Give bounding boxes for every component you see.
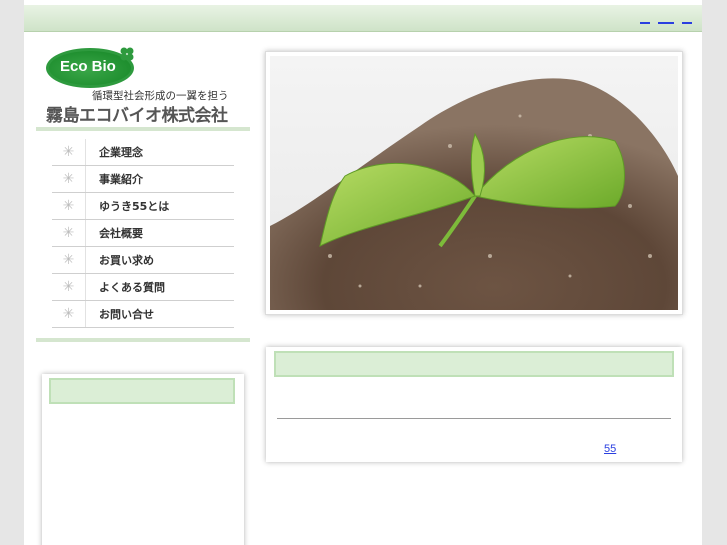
news-panel-divider	[277, 418, 671, 419]
top-link-3[interactable]	[682, 14, 692, 24]
logo-text: Eco Bio	[60, 58, 116, 75]
nav-item-label: 企業理念	[99, 146, 143, 159]
top-links	[640, 14, 692, 24]
page: Eco Bio 循環型社会形成の一翼を担う 霧島エコバイオ株式会社 ✳ 企業理念…	[24, 0, 702, 545]
nav-item-contact[interactable]: ✳ お問い合せ	[52, 301, 234, 328]
news-link[interactable]: 55	[604, 443, 616, 455]
side-panel-header	[49, 378, 235, 404]
clover-icon	[120, 47, 134, 61]
sparkle-icon: ✳	[52, 139, 86, 165]
sparkle-icon: ✳	[52, 220, 86, 246]
divider-bottom	[36, 338, 250, 342]
top-band	[24, 5, 702, 32]
top-link-1[interactable]	[640, 14, 650, 24]
top-link-2[interactable]	[658, 14, 674, 24]
sparkle-icon: ✳	[52, 274, 86, 300]
divider-top	[36, 127, 250, 131]
side-panel	[42, 374, 244, 545]
nav-item-purchase[interactable]: ✳ お買い求め	[52, 247, 234, 274]
nav-item-label: 会社概要	[99, 227, 143, 240]
hero-image-frame	[265, 51, 683, 315]
news-panel-header	[274, 351, 674, 377]
sparkle-icon: ✳	[52, 193, 86, 219]
nav-item-business[interactable]: ✳ 事業紹介	[52, 166, 234, 193]
nav-item-label: お買い求め	[99, 254, 154, 267]
nav-item-faq[interactable]: ✳ よくある質問	[52, 274, 234, 301]
nav-item-label: 事業紹介	[99, 173, 143, 186]
sparkle-icon: ✳	[52, 301, 86, 327]
company-name: 霧島エコバイオ株式会社	[46, 106, 228, 126]
nav-item-philosophy[interactable]: ✳ 企業理念	[52, 139, 234, 166]
company-logo[interactable]: Eco Bio 循環型社会形成の一翼を担う 霧島エコバイオ株式会社	[44, 46, 244, 126]
seedling-photo	[270, 56, 678, 310]
nav-item-label: お問い合せ	[99, 308, 154, 321]
sidebar-nav: ✳ 企業理念 ✳ 事業紹介 ✳ ゆうき55とは ✳ 会社概要 ✳ お買い求め ✳…	[52, 139, 234, 328]
sparkle-icon: ✳	[52, 247, 86, 273]
nav-item-yuki55[interactable]: ✳ ゆうき55とは	[52, 193, 234, 220]
news-panel: 55	[266, 347, 682, 462]
sparkle-icon: ✳	[52, 166, 86, 192]
nav-item-label: ゆうき55とは	[99, 200, 170, 213]
nav-item-company-profile[interactable]: ✳ 会社概要	[52, 220, 234, 247]
nav-item-label: よくある質問	[99, 281, 165, 294]
